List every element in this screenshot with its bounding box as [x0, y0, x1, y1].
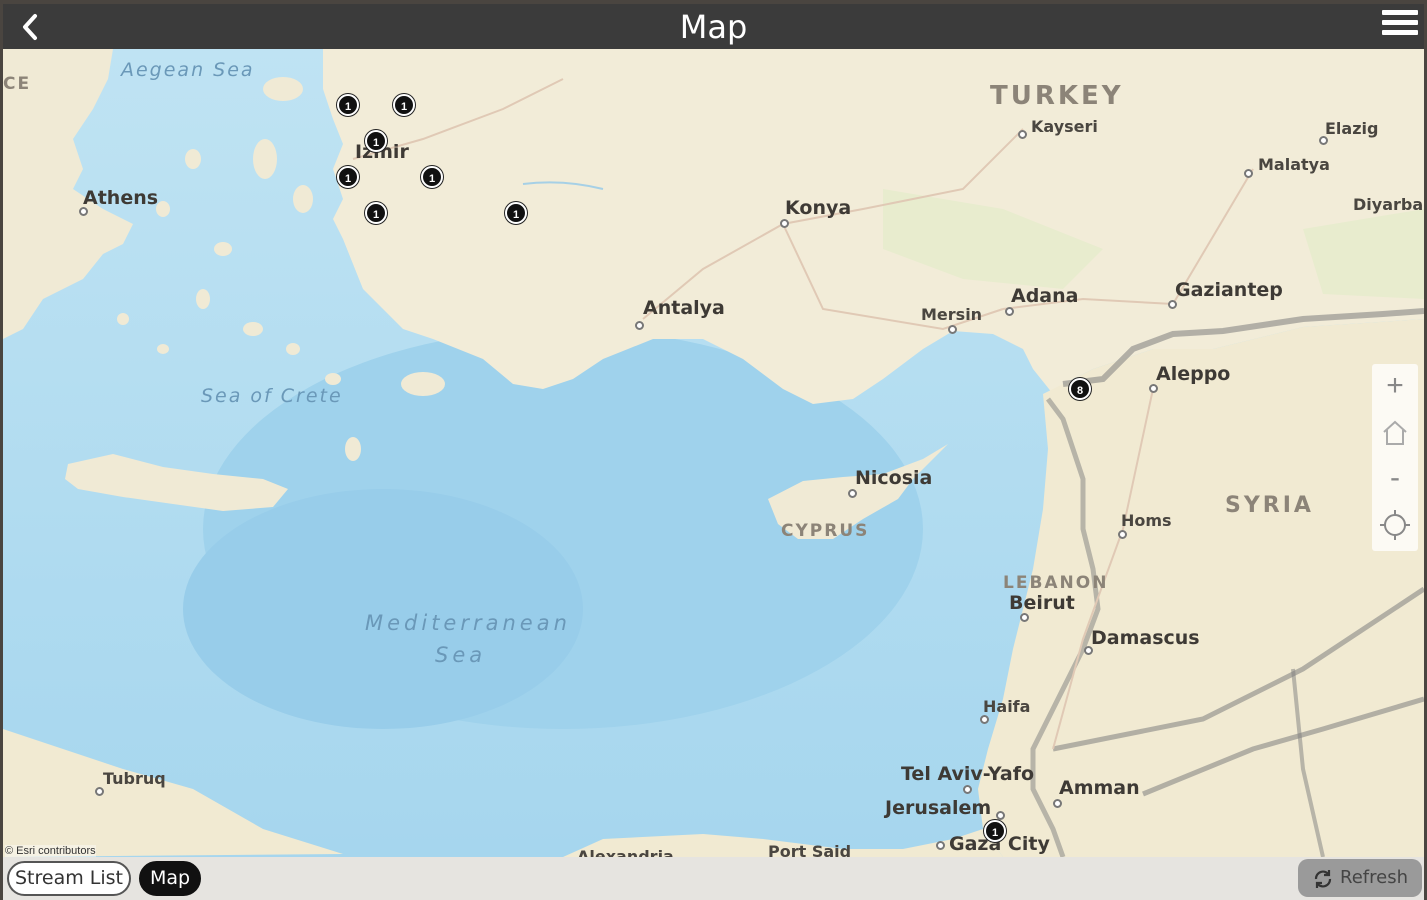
city-dot-konya	[780, 219, 789, 228]
city-dot-malatya	[1244, 169, 1253, 178]
stream-marker[interactable]: 1	[337, 94, 359, 116]
city-dot-aleppo	[1149, 384, 1158, 393]
label-athens: Athens	[83, 187, 159, 209]
label-sea-of-crete: Sea of Crete	[201, 385, 343, 407]
label-tubruq: Tubruq	[103, 769, 166, 788]
map-controls: + -	[1372, 364, 1418, 551]
city-dot-kayseri	[1018, 130, 1027, 139]
zoom-in-button[interactable]: +	[1372, 364, 1418, 410]
city-dot-tel-aviv	[963, 785, 972, 794]
label-elazig: Elazig	[1325, 119, 1379, 138]
label-homs: Homs	[1121, 511, 1172, 530]
refresh-label: Refresh	[1340, 867, 1408, 888]
label-aegean-sea: Aegean Sea	[121, 59, 255, 81]
label-mediterranean-2: Sea	[435, 643, 487, 667]
page-title: Map	[679, 8, 748, 46]
label-malatya: Malatya	[1258, 155, 1330, 174]
label-greece-fragment: CE	[3, 74, 32, 94]
hamburger-menu-icon	[1382, 10, 1418, 15]
label-beirut: Beirut	[1009, 592, 1075, 614]
city-dot-elazig	[1319, 136, 1328, 145]
label-gaziantep: Gaziantep	[1175, 279, 1283, 301]
locate-crosshair-icon	[1380, 510, 1410, 540]
label-damascus: Damascus	[1091, 627, 1200, 649]
stream-list-tab[interactable]: Stream List	[7, 861, 131, 896]
label-lebanon: LEBANON	[1003, 573, 1109, 593]
map-tab[interactable]: Map	[139, 861, 201, 896]
home-icon	[1383, 420, 1407, 445]
city-dot-amman	[1053, 799, 1062, 808]
footer-bar: Stream List Map Refresh	[3, 857, 1424, 900]
city-dot-nicosia	[848, 489, 857, 498]
stream-marker[interactable]: 8	[1069, 378, 1091, 400]
refresh-button[interactable]: Refresh	[1298, 859, 1422, 897]
zoom-out-button[interactable]: -	[1372, 456, 1418, 502]
city-dot-jerusalem	[996, 811, 1005, 820]
stream-marker[interactable]: 1	[337, 166, 359, 188]
menu-button[interactable]	[1382, 10, 1418, 42]
home-button[interactable]	[1372, 410, 1418, 456]
map-view[interactable]: Aegean Sea CE TURKEY Kayseri Elazig Mala…	[3, 49, 1424, 857]
label-port-said: Port Said	[768, 842, 852, 857]
label-mediterranean-1: Mediterranean	[365, 611, 571, 635]
city-dot-haifa	[980, 715, 989, 724]
refresh-icon	[1314, 870, 1332, 888]
stream-marker[interactable]: 1	[393, 94, 415, 116]
stream-marker[interactable]: 1	[365, 130, 387, 152]
label-syria: SYRIA	[1225, 493, 1314, 518]
city-dot-gaziantep	[1168, 300, 1177, 309]
stream-marker[interactable]: 1	[505, 202, 527, 224]
city-dot-damascus	[1084, 646, 1093, 655]
label-antalya: Antalya	[643, 297, 725, 319]
stream-marker[interactable]: 1	[984, 820, 1006, 842]
city-dot-beirut	[1020, 613, 1029, 622]
stream-marker[interactable]: 1	[421, 166, 443, 188]
label-adana: Adana	[1011, 285, 1079, 307]
label-haifa: Haifa	[983, 697, 1031, 716]
city-dot-antalya	[635, 321, 644, 330]
stream-marker[interactable]: 1	[365, 202, 387, 224]
city-dot-homs	[1118, 530, 1127, 539]
city-dot-mersin	[948, 325, 957, 334]
label-aleppo: Aleppo	[1156, 363, 1231, 385]
header-bar: Map	[3, 4, 1424, 49]
app-window: Map Aegean Sea CE TURKEY Kayseri Elazig …	[0, 0, 1427, 900]
map-attribution[interactable]: © Esri contributors	[5, 845, 96, 857]
label-tel-aviv: Tel Aviv-Yafo	[901, 763, 1035, 785]
label-kayseri: Kayseri	[1031, 117, 1098, 136]
city-dot-athens	[79, 207, 88, 216]
city-dot-tubruq	[95, 787, 104, 796]
label-jerusalem: Jerusalem	[885, 797, 992, 819]
label-alexandria: Alexandria	[577, 847, 674, 857]
label-cyprus: CYPRUS	[781, 521, 870, 541]
label-nicosia: Nicosia	[855, 467, 933, 489]
basemap	[3, 49, 1424, 857]
city-dot-gaza	[936, 841, 945, 850]
label-konya: Konya	[785, 197, 852, 219]
city-dot-adana	[1005, 307, 1014, 316]
label-amman: Amman	[1059, 777, 1140, 799]
locate-button[interactable]	[1372, 502, 1418, 548]
label-diyarbakir: Diyarba	[1353, 195, 1424, 214]
label-turkey: TURKEY	[990, 81, 1124, 111]
label-mersin: Mersin	[921, 305, 983, 324]
